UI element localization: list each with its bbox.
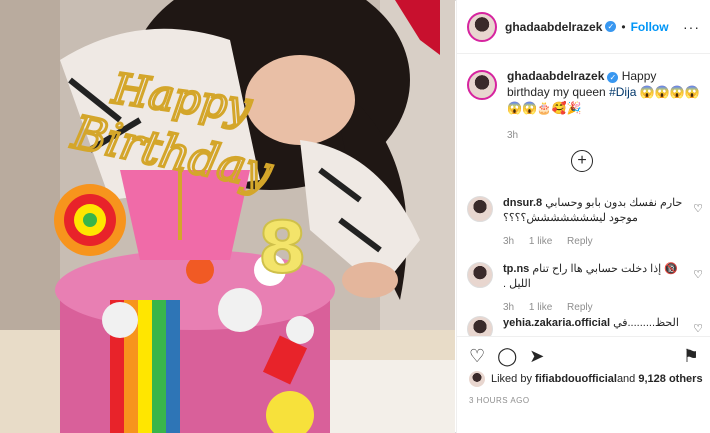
- comment-likes[interactable]: 1 like: [529, 236, 552, 247]
- liker-username[interactable]: fifiabdouofficial: [535, 373, 617, 385]
- comment-reply-button[interactable]: Reply: [567, 236, 593, 247]
- share-paper-plane-icon[interactable]: ➤: [529, 347, 544, 370]
- likes-and: and: [616, 373, 636, 385]
- load-more-comments-icon[interactable]: +: [571, 150, 593, 172]
- comment-like-icon[interactable]: ♡: [693, 202, 703, 215]
- caption-verified-icon: ✓: [607, 72, 619, 83]
- commenter-avatar[interactable]: [467, 262, 493, 288]
- comment-text: 🔞 إذا دخلت حسابي هاا راح تنام الليل .: [503, 263, 678, 290]
- comment-body: dnsur.8 حارم نفسك بدون بابو وحسابي موجود…: [503, 196, 683, 249]
- comment-item: tp.ns 🔞 إذا دخلت حسابي هاا راح تنام اللي…: [467, 262, 703, 315]
- comment-time: 3h: [503, 236, 515, 247]
- follow-button[interactable]: Follow: [631, 20, 669, 34]
- caption-avatar[interactable]: [467, 70, 497, 100]
- caption-username[interactable]: ghadaabdelrazek: [507, 69, 604, 83]
- post-actions-bar: ♡ ◯ ➤ ⚑: [457, 336, 710, 370]
- comment-body: yehia.zakaria.official الحظ.........في: [503, 316, 683, 336]
- comment-reply-button[interactable]: Reply: [567, 302, 593, 313]
- comment-time: 3h: [503, 302, 515, 313]
- comment-like-icon[interactable]: ♡: [693, 268, 703, 281]
- birthday-cake-photo: 8 Happy Birthday: [0, 0, 455, 433]
- comment-item: yehia.zakaria.official الحظ.........في ♡: [467, 316, 703, 336]
- author-username[interactable]: ghadaabdelrazek: [505, 20, 602, 34]
- caption-body: ghadaabdelrazek ✓ Happy birthday my queen…: [507, 68, 700, 144]
- likes-summary: Liked by fifiabdouofficial and 9,128 oth…: [469, 371, 703, 387]
- separator-dot: •: [621, 19, 626, 34]
- comment-bubble-icon[interactable]: ◯: [497, 347, 517, 370]
- comment-username[interactable]: yehia.zakaria.official: [503, 317, 610, 329]
- post-caption: ghadaabdelrazek ✓ Happy birthday my queen…: [457, 54, 710, 144]
- comment-body: tp.ns 🔞 إذا دخلت حسابي هاا راح تنام اللي…: [503, 262, 683, 315]
- liker-avatar[interactable]: [469, 371, 485, 387]
- comment-item: dnsur.8 حارم نفسك بدون بابو وحسابي موجود…: [467, 196, 703, 249]
- post-side-panel: ghadaabdelrazek ✓ • Follow ··· ghadaabde…: [456, 0, 710, 433]
- author-avatar[interactable]: [467, 11, 497, 42]
- candle-number: 8: [258, 207, 307, 289]
- commenter-avatar[interactable]: [467, 316, 493, 336]
- comment-like-icon[interactable]: ♡: [693, 322, 703, 335]
- like-heart-icon[interactable]: ♡: [469, 347, 485, 370]
- comment-text: الحظ.........في: [613, 317, 679, 329]
- commenter-avatar[interactable]: [467, 196, 493, 222]
- likes-prefix: Liked by: [491, 373, 532, 385]
- post-photo[interactable]: 8 Happy Birthday: [0, 0, 455, 433]
- more-options-icon[interactable]: ···: [683, 19, 700, 35]
- caption-hashtag[interactable]: #Dija: [609, 85, 636, 99]
- comment-username[interactable]: tp.ns: [503, 263, 529, 275]
- post-header: ghadaabdelrazek ✓ • Follow ···: [457, 0, 710, 54]
- save-bookmark-icon[interactable]: ⚑: [683, 347, 699, 370]
- verified-badge-icon: ✓: [605, 21, 617, 32]
- post-timestamp[interactable]: 3 HOURS AGO: [469, 396, 530, 405]
- comment-meta: 3h 1 like Reply: [503, 234, 683, 249]
- comment-likes[interactable]: 1 like: [529, 302, 552, 313]
- caption-time: 3h: [507, 130, 519, 141]
- comment-username[interactable]: dnsur.8: [503, 197, 542, 209]
- likes-count[interactable]: 9,128 others: [638, 373, 702, 385]
- comment-meta: 3h 1 like Reply: [503, 300, 683, 315]
